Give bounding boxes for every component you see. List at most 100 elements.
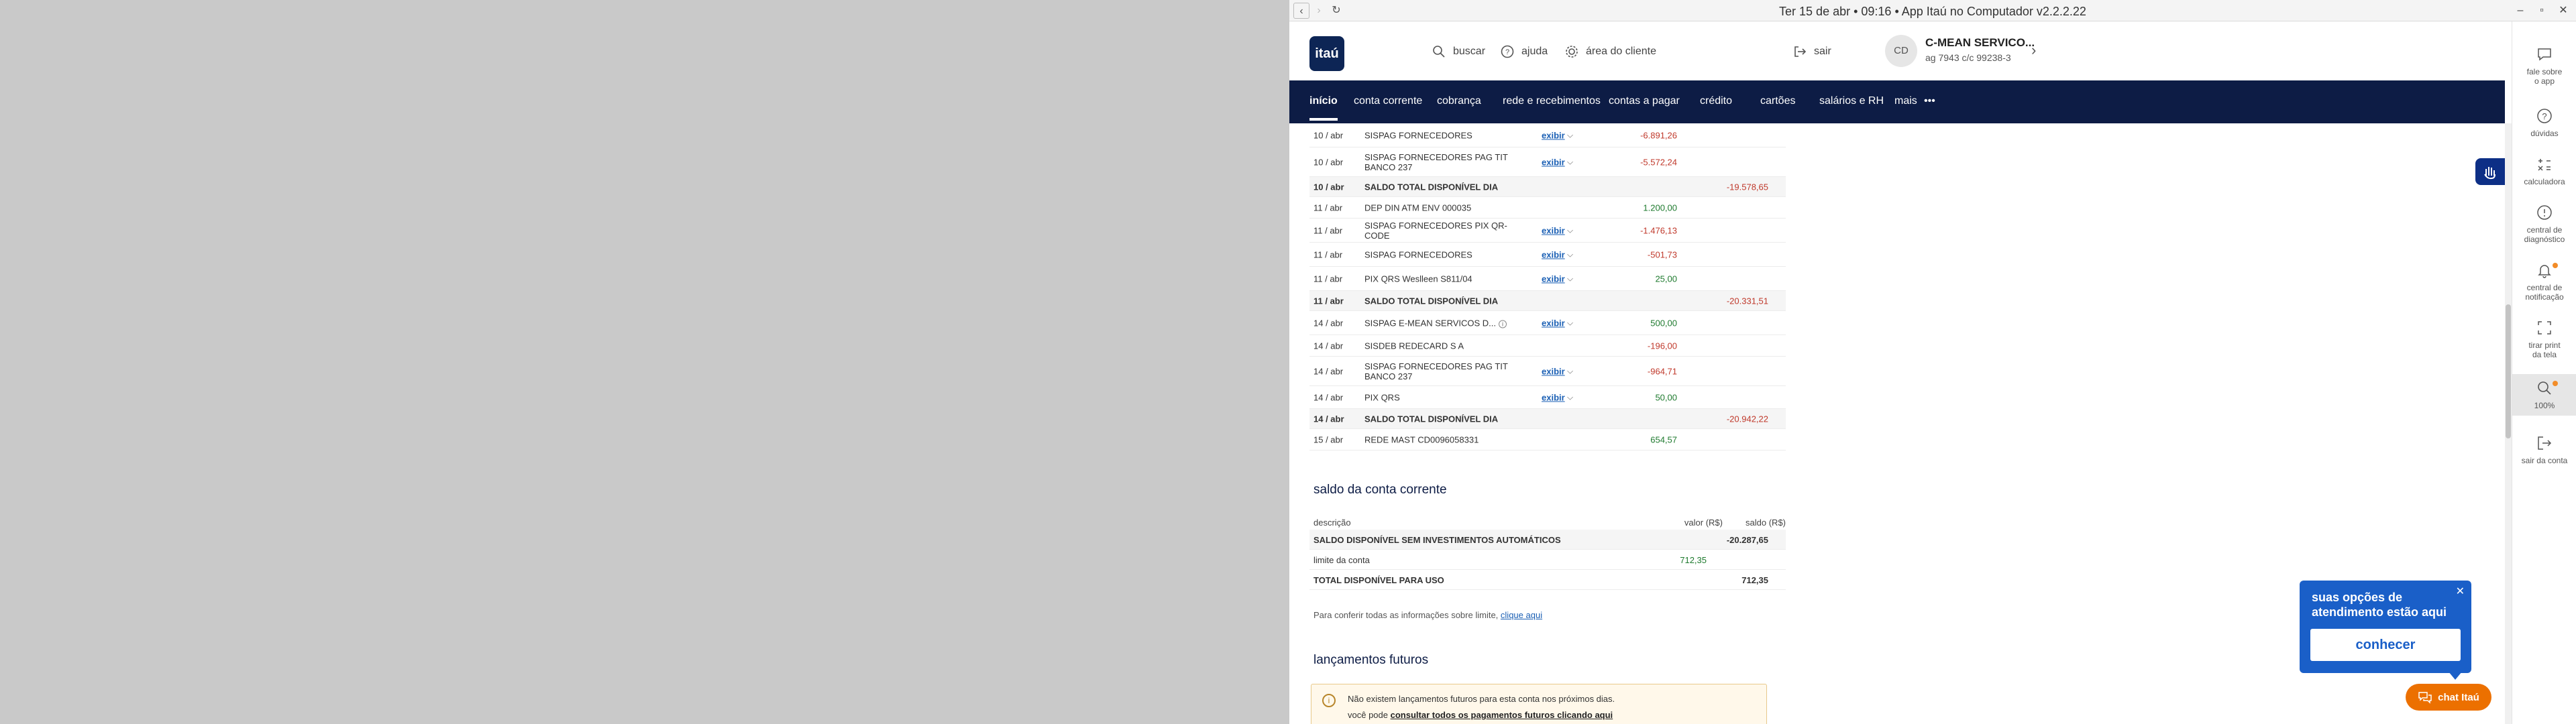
account-balance-section: saldo da conta corrente descrição valor … (1309, 483, 1790, 590)
nav-inicio[interactable]: início (1309, 95, 1338, 121)
row-description: PIX QRS (1364, 392, 1400, 402)
content-scrollbar[interactable] (2505, 123, 2512, 724)
zoom-level: 100% (2534, 401, 2555, 410)
shield-icon (2537, 205, 2552, 220)
row-description: DEP DIN ATM ENV 000035 (1364, 202, 1472, 213)
notification-dot (2553, 263, 2558, 268)
search-icon (1433, 46, 1445, 58)
accessibility-tab[interactable] (2475, 158, 2505, 185)
nav-cobranca[interactable]: cobrança (1437, 95, 1481, 107)
rail-label: central de (2526, 225, 2563, 235)
exibir-link[interactable]: exibir (1542, 318, 1565, 328)
table-row: 11 / abr SISPAG FORNECEDORES PIX QR-CODE… (1309, 219, 1786, 243)
table-row-total: 10 / abr SALDO TOTAL DISPONÍVEL DIA -19.… (1309, 177, 1786, 197)
conhecer-button[interactable]: conhecer (2310, 629, 2461, 661)
rail-label: sair da conta (2521, 456, 2568, 465)
rail-diagnostics[interactable]: central de diagnóstico (2512, 204, 2576, 244)
close-window-button[interactable]: ✕ (2553, 3, 2573, 19)
row-date: 14 / abr (1313, 366, 1344, 376)
row-saldo: -20.331,51 (1726, 296, 1768, 306)
nav-mais[interactable]: mais (1894, 95, 1917, 107)
nav-rede-recebimentos[interactable]: rede e recebimentos (1503, 95, 1601, 107)
table-row: 15 / abr REDE MAST CD0096058331 654,57 (1309, 429, 1786, 450)
chevron-down-icon[interactable]: ⌵ (1567, 318, 1573, 328)
client-area-button[interactable]: área do cliente (1564, 42, 1656, 62)
app-window: ‹ › ↻ Ter 15 de abr • 09:16 • App Itaú n… (1289, 0, 2576, 724)
screenshot-icon (2538, 321, 2551, 335)
main-nav: início conta corrente cobrança rede e re… (1289, 80, 2505, 123)
chevron-down-icon[interactable]: ⌵ (1567, 274, 1573, 284)
itau-logo[interactable]: itaú (1309, 36, 1344, 71)
close-icon[interactable]: ✕ (2456, 585, 2465, 598)
row-date: 14 / abr (1313, 414, 1344, 424)
row-description: SISPAG E-MEAN SERVICOS D... i (1364, 318, 1512, 328)
svg-text:?: ? (2542, 111, 2546, 121)
chevron-down-icon[interactable]: ⌵ (1567, 249, 1573, 259)
scrollbar-thumb[interactable] (2506, 304, 2511, 438)
row-saldo: -20.287,65 (1726, 535, 1768, 545)
avatar[interactable]: CD (1885, 35, 1917, 67)
exibir-link[interactable]: exibir (1542, 249, 1565, 259)
exibir-link[interactable]: exibir (1542, 274, 1565, 284)
chat-button[interactable]: chat Itaú (2406, 684, 2491, 711)
nav-salarios-rh[interactable]: salários e RH (1819, 95, 1884, 107)
rail-label: calculadora (2524, 177, 2565, 186)
chevron-down-icon[interactable]: ⌵ (1567, 130, 1573, 140)
rail-label: dúvidas (2530, 129, 2559, 138)
row-description: SALDO TOTAL DISPONÍVEL DIA (1364, 296, 1499, 306)
table-row: 14 / abr SISDEB REDECARD S A -196,00 (1309, 335, 1786, 357)
chevron-down-icon[interactable]: ⌵ (1567, 225, 1573, 235)
help-button[interactable]: ? ajuda (1500, 42, 1548, 62)
rail-notifications[interactable]: central de notificação (2512, 261, 2576, 302)
table-row: 11 / abr SISPAG FORNECEDORES exibir ⌵ -5… (1309, 243, 1786, 267)
table-row: 14 / abr SISPAG FORNECEDORES PAG TIT BAN… (1309, 357, 1786, 386)
rail-feedback[interactable]: fale sobre o app (2512, 46, 2576, 86)
column-header-value: valor (R$) (1684, 518, 1723, 528)
chevron-down-icon[interactable]: ⌵ (1567, 392, 1573, 402)
rail-calculator[interactable]: calculadora (2512, 156, 2576, 186)
section-title: saldo da conta corrente (1313, 483, 1447, 497)
future-entries-notice: i Não existem lançamentos futuros para e… (1311, 684, 1767, 724)
more-dots-icon[interactable]: ••• (1924, 95, 1935, 107)
rail-doubts[interactable]: ? dúvidas (2512, 107, 2576, 138)
app-header: itaú buscar ? ajuda área do cliente sair… (1289, 21, 2505, 80)
rail-logout[interactable]: sair da conta (2512, 434, 2576, 465)
rail-zoom[interactable]: 100% (2512, 374, 2576, 416)
help-icon: ? (1501, 45, 1514, 58)
table-row: SALDO DISPONÍVEL SEM INVESTIMENTOS AUTOM… (1309, 530, 1786, 550)
row-description: SISPAG FORNECEDORES PAG TIT BANCO 237 (1364, 361, 1508, 381)
exibir-link[interactable]: exibir (1542, 157, 1565, 167)
future-payments-link[interactable]: consultar todos os pagamentos futuros cl… (1391, 710, 1613, 720)
row-description: SISPAG FORNECEDORES PAG TIT BANCO 237 (1364, 152, 1508, 172)
row-description: SISPAG FORNECEDORES (1364, 249, 1472, 259)
chevron-down-icon[interactable]: ⌵ (1567, 157, 1573, 167)
nav-credito[interactable]: crédito (1700, 95, 1732, 107)
info-icon[interactable]: i (1499, 320, 1507, 328)
minimize-button[interactable]: – (2510, 3, 2530, 19)
row-description: PIX QRS Weslleen S811/04 (1364, 274, 1472, 284)
maximize-button[interactable]: ▫ (2532, 3, 2552, 19)
company-name[interactable]: C-MEAN SERVICO... (1925, 36, 2035, 50)
exibir-link[interactable]: exibir (1542, 366, 1565, 376)
exibir-link[interactable]: exibir (1542, 130, 1565, 140)
nav-cartoes[interactable]: cartões (1760, 95, 1795, 107)
rail-screenshot[interactable]: tirar print da tela (2512, 319, 2576, 359)
limit-link[interactable]: clique aqui (1501, 610, 1542, 620)
row-date: 11 / abr (1313, 274, 1343, 284)
search-button[interactable]: buscar (1432, 42, 1485, 62)
limit-note: Para conferir todas as informações sobre… (1313, 610, 1542, 620)
table-row: 11 / abr DEP DIN ATM ENV 000035 1.200,00 (1309, 197, 1786, 219)
nav-contas-pagar[interactable]: contas a pagar (1609, 95, 1680, 107)
nav-conta-corrente[interactable]: conta corrente (1354, 95, 1422, 107)
table-row-total: 14 / abr SALDO TOTAL DISPONÍVEL DIA -20.… (1309, 409, 1786, 429)
logout-button[interactable]: sair (1792, 42, 1831, 62)
chevron-down-icon[interactable]: ⌵ (1567, 366, 1573, 376)
account-info: ag 7943 c/c 99238-3 (1925, 52, 2011, 63)
search-label: buscar (1453, 46, 1486, 57)
exibir-link[interactable]: exibir (1542, 225, 1565, 235)
row-label: TOTAL DISPONÍVEL PARA USO (1313, 575, 1444, 585)
popup-title: suas opções de atendimento estão aqui (2312, 591, 2447, 619)
exibir-link[interactable]: exibir (1542, 392, 1565, 402)
chevron-right-icon[interactable]: › (2031, 42, 2036, 59)
row-saldo: -20.942,22 (1726, 414, 1768, 424)
